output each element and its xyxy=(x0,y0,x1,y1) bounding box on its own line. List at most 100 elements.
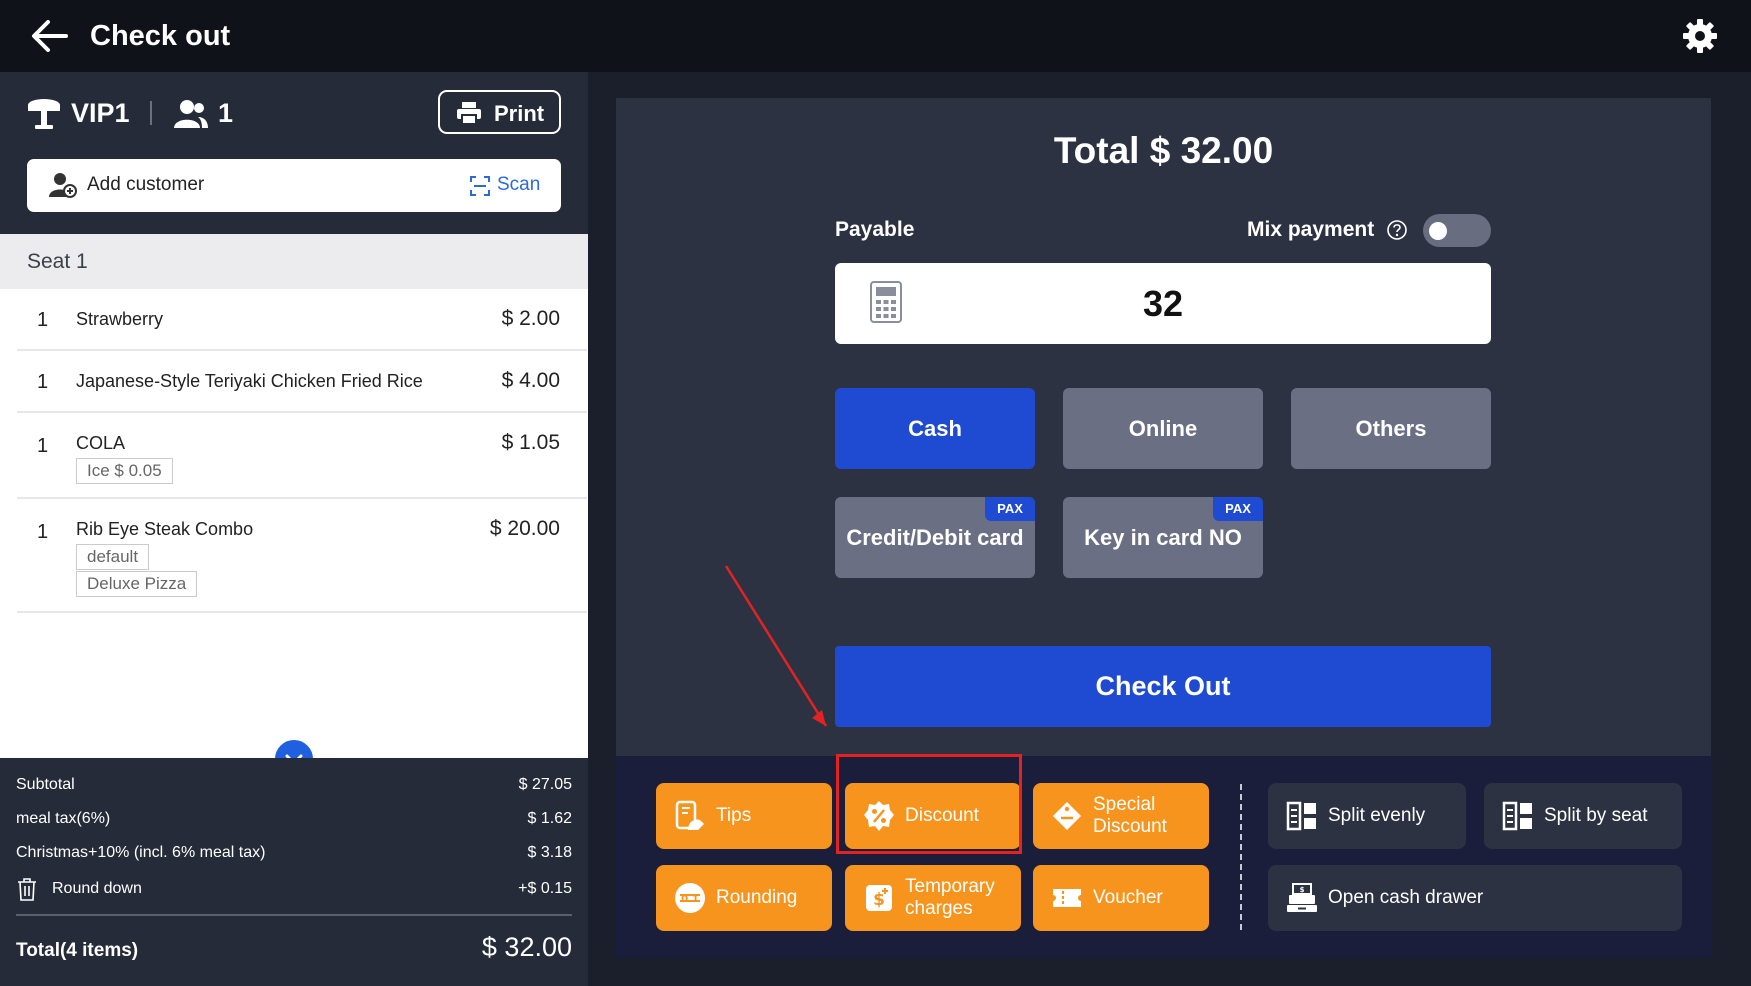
charges-icon: $ xyxy=(866,885,892,911)
add-customer-field[interactable]: Add customer Scan xyxy=(27,159,561,212)
tax-value: $ 1.62 xyxy=(527,810,572,827)
split-evenly-button[interactable]: Split evenly xyxy=(1268,783,1466,849)
card-button-label: Credit/Debit card xyxy=(846,525,1024,550)
item-quantity: 1 xyxy=(37,521,49,543)
temporary-charges-label: Temporary charges xyxy=(905,876,995,919)
subtotal-label: Subtotal xyxy=(16,776,75,793)
seat-label: Seat 1 xyxy=(27,250,88,273)
open-cash-drawer-label: Open cash drawer xyxy=(1328,887,1484,908)
payable-amount-value: 32 xyxy=(1142,283,1184,324)
split-by-seat-icon xyxy=(1502,801,1532,831)
voucher-label: Voucher xyxy=(1093,887,1163,908)
pax-badge: PAX xyxy=(1213,497,1263,521)
key-in-card-button[interactable]: Key in card NO PAX xyxy=(1063,497,1263,578)
item-name: COLA xyxy=(76,433,126,453)
guests-icon xyxy=(174,100,208,128)
svg-text:$: $ xyxy=(873,890,885,910)
subtotal-value: $ 27.05 xyxy=(518,776,572,793)
split-by-seat-label: Split by seat xyxy=(1544,805,1648,826)
rounding-value: +$ 0.15 xyxy=(518,880,572,897)
item-modifier: default xyxy=(76,544,150,570)
order-item[interactable]: 1 Rib Eye Steak Combo $ 20.00 default De… xyxy=(17,499,587,613)
printer-icon xyxy=(457,102,481,125)
order-item[interactable]: 1 Japanese-Style Teriyaki Chicken Fried … xyxy=(17,351,587,413)
rounding-button[interactable]: 0.1 Rounding xyxy=(656,865,832,931)
rounding-icon: 0.1 xyxy=(675,883,705,913)
tag-icon xyxy=(1053,802,1081,830)
item-price: $ 20.00 xyxy=(489,517,560,540)
total-due: Total $ 32.00 xyxy=(1053,130,1274,171)
open-cash-drawer-button[interactable]: $ Open cash drawer xyxy=(1268,865,1682,931)
print-button[interactable]: Print xyxy=(438,90,561,134)
table-name: VIP1 xyxy=(71,98,130,128)
item-name: Japanese-Style Teriyaki Chicken Fried Ri… xyxy=(76,371,423,391)
voucher-button[interactable]: Voucher xyxy=(1033,865,1209,931)
tax-label: meal tax(6%) xyxy=(16,810,111,827)
divider xyxy=(1240,784,1242,930)
scan-icon[interactable] xyxy=(470,176,490,196)
back-arrow-icon[interactable] xyxy=(30,17,70,55)
rounding-label: Rounding xyxy=(716,887,798,908)
online-button[interactable]: Online xyxy=(1063,388,1263,469)
item-quantity: 1 xyxy=(37,309,49,331)
annotation-arrow xyxy=(724,565,828,727)
credit-debit-card-button[interactable]: Credit/Debit card PAX xyxy=(835,497,1035,578)
tips-icon xyxy=(675,800,704,830)
order-items-list: Seat 1 1 Strawberry $ 2.00 1 Japanese-St… xyxy=(0,234,588,758)
cash-register-icon: $ xyxy=(1287,883,1317,912)
mix-payment-label: Mix payment xyxy=(1247,218,1375,241)
divider xyxy=(150,101,152,125)
rounding-label: Round down xyxy=(52,880,142,897)
service-charge-value: $ 3.18 xyxy=(527,844,572,861)
actions-panel: Tips Discount Special Discount 0.1 Round… xyxy=(616,756,1711,958)
add-customer-label: Add customer xyxy=(87,174,205,195)
item-modifier: Ice $ 0.05 xyxy=(76,458,173,484)
item-price: $ 4.00 xyxy=(501,369,560,392)
special-discount-label: Special Discount xyxy=(1093,794,1167,837)
voucher-icon xyxy=(1053,889,1081,907)
seat-header: Seat 1 xyxy=(0,234,588,289)
cash-button[interactable]: Cash xyxy=(835,388,1035,469)
card-button-label: Key in card NO xyxy=(1084,525,1242,550)
item-modifier: Deluxe Pizza xyxy=(76,571,198,597)
trash-icon[interactable] xyxy=(16,877,38,901)
scan-button[interactable]: Scan xyxy=(497,174,540,196)
page-title: Check out xyxy=(90,20,231,52)
toggle-knob xyxy=(1429,222,1447,240)
tips-button[interactable]: Tips xyxy=(656,783,832,849)
item-name: Rib Eye Steak Combo xyxy=(76,519,254,539)
add-user-icon xyxy=(49,173,77,198)
svg-text:0.1: 0.1 xyxy=(681,894,699,905)
item-name: Strawberry xyxy=(76,309,164,329)
payable-amount-input[interactable]: 32 xyxy=(835,263,1491,344)
split-evenly-label: Split evenly xyxy=(1328,805,1426,826)
payable-label: Payable xyxy=(835,218,915,241)
split-by-seat-button[interactable]: Split by seat xyxy=(1484,783,1682,849)
service-charge-label: Christmas+10% (incl. 6% meal tax) xyxy=(16,844,266,861)
annotation-highlight-box xyxy=(836,754,1022,854)
item-price: $ 2.00 xyxy=(501,307,560,330)
tips-label: Tips xyxy=(716,805,752,826)
guest-count: 1 xyxy=(218,98,234,128)
temporary-charges-button[interactable]: $ Temporary charges xyxy=(845,865,1021,931)
special-discount-button[interactable]: Special Discount xyxy=(1033,783,1209,849)
mix-payment-toggle[interactable] xyxy=(1423,214,1491,247)
order-item[interactable]: 1 COLA $ 1.05 Ice $ 0.05 xyxy=(17,413,587,499)
print-label: Print xyxy=(494,101,545,126)
order-item[interactable]: 1 Strawberry $ 2.00 xyxy=(17,289,587,351)
item-quantity: 1 xyxy=(37,435,49,457)
others-button[interactable]: Others xyxy=(1291,388,1491,469)
split-evenly-icon xyxy=(1286,801,1316,831)
gear-icon[interactable] xyxy=(1680,16,1720,56)
grand-total-label: Total(4 items) xyxy=(16,940,139,961)
pax-badge: PAX xyxy=(985,497,1035,521)
help-icon[interactable] xyxy=(1386,219,1408,241)
check-out-button[interactable]: Check Out xyxy=(835,646,1491,727)
item-quantity: 1 xyxy=(37,371,49,393)
grand-total-value: $ 32.00 xyxy=(481,932,572,962)
divider xyxy=(16,914,572,916)
totals-panel: Subtotal $ 27.05 meal tax(6%) $ 1.62 Chr… xyxy=(0,758,588,986)
table-icon xyxy=(28,99,60,129)
top-bar: Check out xyxy=(0,0,1751,72)
item-price: $ 1.05 xyxy=(501,431,560,454)
